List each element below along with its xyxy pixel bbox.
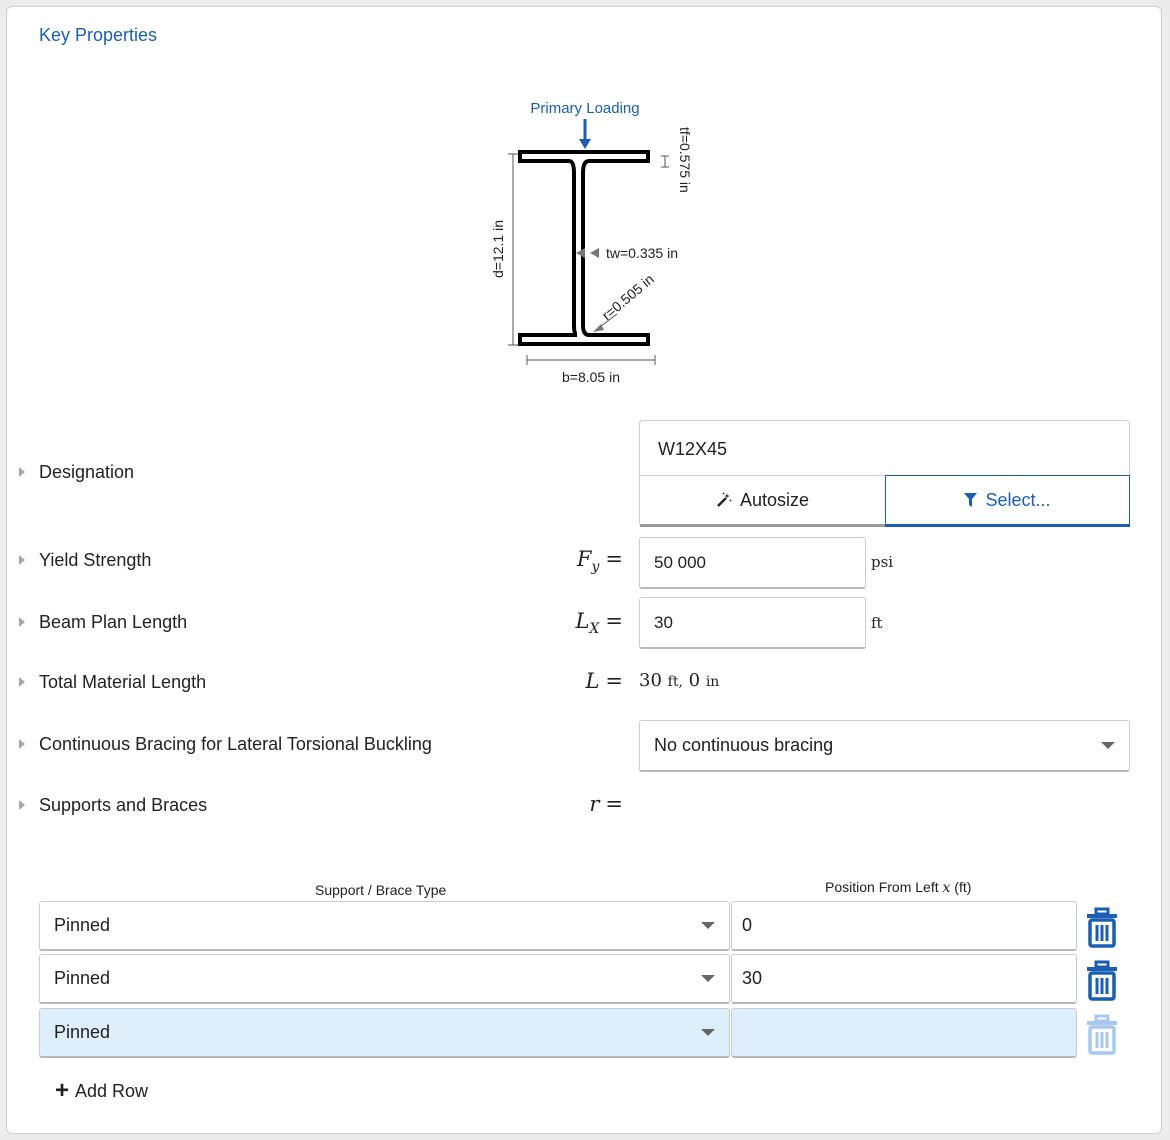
- support-type-value: Pinned: [54, 968, 111, 988]
- yield-strength-row: Yield Strength Fy =: [7, 541, 1161, 581]
- fillet-radius-label: r=0.505 in: [599, 271, 657, 324]
- plus-icon: +: [55, 1077, 70, 1104]
- designation-value[interactable]: W12X45: [658, 439, 727, 460]
- total-material-length-symbol: L =: [585, 669, 623, 693]
- supports-braces-symbol: r =: [589, 792, 623, 816]
- autosize-label: Autosize: [739, 489, 810, 510]
- filter-icon: [964, 493, 978, 507]
- primary-loading-label: Primary Loading: [530, 100, 639, 117]
- select-button[interactable]: Select...: [885, 475, 1130, 527]
- add-row-label: Add Row: [75, 1080, 149, 1101]
- position-column-header: Position From Left x (ft): [825, 879, 972, 896]
- chevron-down-icon: [701, 1029, 715, 1036]
- chevron-down-icon: [1101, 742, 1115, 749]
- beam-plan-length-input[interactable]: 30: [639, 597, 866, 649]
- trash-icon[interactable]: [1085, 958, 1119, 1002]
- support-type-value: Pinned: [54, 915, 111, 935]
- key-properties-panel: Key Properties Primary Loading d=12.1 in…: [6, 6, 1162, 1134]
- support-type-select[interactable]: Pinned: [39, 954, 730, 1004]
- total-material-length-value: 30 ft, 0 in: [639, 670, 720, 691]
- continuous-bracing-label[interactable]: Continuous Bracing for Lateral Torsional…: [39, 734, 432, 755]
- support-type-value: Pinned: [54, 1022, 111, 1042]
- designation-picker: W12X45 Autosize Select...: [639, 420, 1130, 527]
- web-thickness-arrow-right: [590, 248, 599, 258]
- total-material-length-expand-caret-icon[interactable]: [19, 677, 25, 687]
- magic-wand-icon: [717, 492, 732, 507]
- width-label: b=8.05 in: [562, 369, 620, 385]
- yield-strength-symbol: Fy =: [576, 547, 623, 576]
- beam-plan-length-symbol: LX =: [575, 609, 623, 638]
- continuous-bracing-select[interactable]: No continuous bracing: [639, 720, 1130, 772]
- total-material-length-label[interactable]: Total Material Length: [39, 672, 206, 693]
- section-title[interactable]: Key Properties: [39, 25, 157, 46]
- chevron-down-icon: [701, 975, 715, 982]
- beam-section-diagram: Primary Loading d=12.1 in b=8.05 in tf=0…: [490, 100, 693, 385]
- designation-label[interactable]: Designation: [39, 462, 134, 483]
- autosize-button[interactable]: Autosize: [640, 475, 885, 527]
- yield-strength-input[interactable]: 50 000: [639, 537, 866, 589]
- support-position-input[interactable]: 0: [731, 901, 1077, 951]
- depth-label: d=12.1 in: [490, 220, 506, 278]
- beam-plan-length-unit: ft: [871, 614, 883, 632]
- add-row-button[interactable]: + Add Row: [55, 1079, 148, 1103]
- supports-braces-label[interactable]: Supports and Braces: [39, 795, 207, 816]
- chevron-down-icon: [701, 922, 715, 929]
- beam-plan-length-label[interactable]: Beam Plan Length: [39, 612, 187, 633]
- yield-strength-label[interactable]: Yield Strength: [39, 550, 151, 571]
- yield-strength-unit: psi: [871, 553, 894, 571]
- support-position-input[interactable]: 30: [731, 954, 1077, 1004]
- web-thickness-label: tw=0.335 in: [606, 245, 678, 261]
- primary-loading-arrowhead: [579, 139, 591, 149]
- flange-thickness-label: tf=0.575 in: [677, 127, 693, 193]
- beam-plan-length-expand-caret-icon[interactable]: [19, 617, 25, 627]
- continuous-bracing-selected: No continuous bracing: [654, 735, 834, 755]
- select-label: Select...: [985, 489, 1051, 510]
- trash-icon[interactable]: [1085, 1012, 1119, 1056]
- supports-braces-row: Supports and Braces r =: [7, 786, 1161, 826]
- support-position-input[interactable]: [731, 1008, 1077, 1058]
- trash-icon[interactable]: [1085, 905, 1119, 949]
- designation-expand-caret-icon[interactable]: [19, 467, 25, 477]
- beam-plan-length-row: Beam Plan Length LX =: [7, 603, 1161, 643]
- continuous-bracing-expand-caret-icon[interactable]: [19, 739, 25, 749]
- total-material-length-row: Total Material Length L = 30 ft, 0 in: [7, 663, 1161, 703]
- support-type-select[interactable]: Pinned: [39, 901, 730, 951]
- support-type-column-header: Support / Brace Type: [315, 882, 447, 898]
- yield-strength-expand-caret-icon[interactable]: [19, 555, 25, 565]
- support-type-select[interactable]: Pinned: [39, 1008, 730, 1058]
- supports-braces-expand-caret-icon[interactable]: [19, 800, 25, 810]
